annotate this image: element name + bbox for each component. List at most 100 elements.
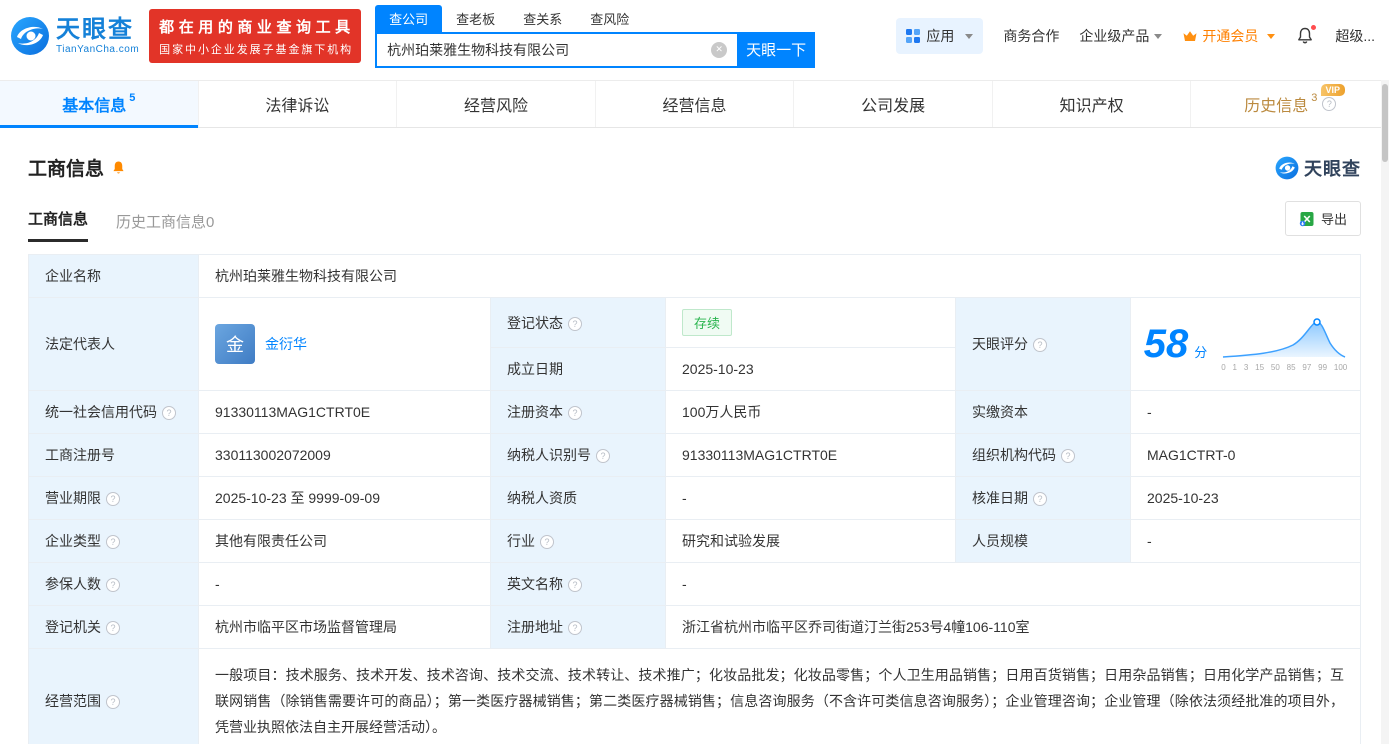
- business-cooperation-label: 商务合作: [1003, 28, 1060, 44]
- field-label: 英文名称: [507, 576, 563, 592]
- help-icon[interactable]: [106, 578, 120, 592]
- subscribe-bell-icon[interactable]: [111, 160, 126, 176]
- subtab-business-info[interactable]: 工商信息: [28, 208, 89, 242]
- field-value: MAG1CTRT-0: [1147, 447, 1236, 463]
- help-icon[interactable]: [568, 316, 582, 331]
- subtab-history-business-info[interactable]: 历史工商信息0: [116, 211, 214, 242]
- help-icon[interactable]: [540, 535, 554, 549]
- score-number: 58: [1143, 322, 1189, 366]
- help-icon[interactable]: [106, 535, 120, 549]
- company-name-label: 企业名称: [28, 254, 199, 298]
- field-label: 参保人数: [45, 576, 101, 592]
- field-label: 天眼评分: [972, 336, 1028, 352]
- scrollbar[interactable]: [1381, 80, 1389, 744]
- english-name-label: 英文名称: [490, 562, 666, 606]
- tab-label: 公司发展: [861, 98, 926, 115]
- export-label: 导出: [1320, 212, 1347, 227]
- help-icon[interactable]: [162, 406, 176, 420]
- brand-name: 天眼查: [56, 15, 134, 43]
- tab-company-development[interactable]: 公司发展: [794, 81, 993, 127]
- export-button[interactable]: 导出: [1284, 201, 1361, 236]
- company-name-value: 杭州珀莱雅生物科技有限公司: [198, 254, 1361, 298]
- excel-icon: [1299, 211, 1315, 227]
- search-input[interactable]: [375, 31, 738, 68]
- search-tab-company[interactable]: 查公司: [375, 4, 443, 32]
- notification-bell[interactable]: [1295, 24, 1318, 46]
- help-icon[interactable]: [1322, 97, 1337, 111]
- tianyancha-watermark: 天眼查: [1275, 155, 1361, 181]
- tab-label: 法律诉讼: [265, 98, 330, 115]
- field-label: 核准日期: [972, 490, 1028, 506]
- score-chart-ticks: 0 1 3 15 50 85 97 99 100: [1221, 363, 1347, 372]
- tab-label: 经营信息: [662, 98, 727, 115]
- clear-icon[interactable]: [711, 41, 728, 58]
- establish-date-value: 2025-10-23: [665, 347, 956, 391]
- taxpayer-quality-label: 纳税人资质: [490, 476, 666, 520]
- reg-number-value: 330113002072009: [198, 433, 491, 477]
- help-icon[interactable]: [106, 621, 120, 635]
- scrollbar-thumb[interactable]: [1382, 84, 1388, 162]
- table-row: 企业名称 杭州珀莱雅生物科技有限公司: [28, 254, 1361, 298]
- tab-operational-risk[interactable]: 经营风险: [397, 81, 596, 127]
- tab-label: 基本信息: [62, 98, 127, 115]
- help-icon[interactable]: [568, 578, 582, 592]
- reg-authority-label: 登记机关: [28, 605, 199, 649]
- field-value: 91330113MAG1CTRT0E: [215, 404, 371, 420]
- apps-menu[interactable]: 应用: [896, 18, 984, 54]
- super-vip-label: 超级...: [1335, 28, 1375, 44]
- table-row: 经营范围 一般项目：技术服务、技术开发、技术咨询、技术交流、技术转让、技术推广；…: [28, 648, 1361, 744]
- reg-status-label: 登记状态: [490, 297, 666, 348]
- help-icon[interactable]: [568, 621, 582, 635]
- field-value: 100万人民币: [682, 404, 762, 420]
- search-tab-relation[interactable]: 查关系: [509, 5, 576, 32]
- nav-open-vip[interactable]: 开通会员: [1182, 26, 1276, 46]
- legal-rep-avatar[interactable]: 金: [215, 324, 255, 364]
- table-row: 企业类型 其他有限责任公司 行业 研究和试验发展 人员规模 -: [28, 519, 1361, 563]
- help-icon[interactable]: [106, 492, 120, 506]
- field-value: -: [1147, 533, 1152, 549]
- field-label: 企业名称: [45, 268, 101, 284]
- nav-enterprise-products[interactable]: 企业级产品: [1079, 26, 1163, 46]
- tab-basic-info[interactable]: 基本信息 5: [0, 81, 199, 128]
- reg-number-label: 工商注册号: [28, 433, 199, 477]
- help-icon[interactable]: [1033, 338, 1047, 352]
- field-value: 浙江省杭州市临平区乔司街道汀兰街253号4幢106-110室: [682, 619, 1030, 635]
- help-icon[interactable]: [1033, 492, 1047, 506]
- notification-dot: [1310, 24, 1318, 31]
- help-icon[interactable]: [596, 449, 610, 463]
- search-tab-boss[interactable]: 查老板: [442, 5, 509, 32]
- field-value: -: [1147, 404, 1152, 420]
- credit-code-value: 91330113MAG1CTRT0E: [198, 390, 491, 434]
- tab-intellectual-property[interactable]: 知识产权: [993, 81, 1192, 127]
- table-row: 法定代表人 金 金衍华 登记状态 存续 天眼评分 58 分: [28, 297, 1361, 391]
- help-icon[interactable]: [1061, 449, 1075, 463]
- help-icon[interactable]: [568, 406, 582, 420]
- search-area: 查公司 查老板 查关系 查风险 天眼一下: [375, 4, 816, 68]
- apps-grid-icon: [906, 29, 921, 43]
- legal-rep-label: 法定代表人: [28, 297, 199, 391]
- chevron-down-icon: [965, 33, 974, 39]
- field-value: 2025-10-23 至 9999-09-09: [215, 490, 381, 506]
- tick: 15: [1255, 362, 1265, 372]
- insured-count-value: -: [198, 562, 491, 606]
- tick: 3: [1243, 362, 1249, 372]
- search-tabs: 查公司 查老板 查关系 查风险: [375, 4, 815, 32]
- promo-line2: 国家中小企业发展子基金旗下机构: [159, 43, 352, 56]
- tab-legal-proceedings[interactable]: 法律诉讼: [199, 81, 398, 127]
- tab-business-operation-info[interactable]: 经营信息: [596, 81, 795, 127]
- company-tabs: 基本信息 5 法律诉讼 经营风险 经营信息 公司发展 知识产权 VIP 历史信息…: [0, 80, 1389, 128]
- tab-history-info[interactable]: VIP 历史信息 3: [1191, 81, 1389, 127]
- nav-business-cooperation[interactable]: 商务合作: [1003, 26, 1059, 46]
- nav-super-vip[interactable]: 超级...: [1335, 26, 1375, 46]
- main-content: 工商信息 天眼查 工商信息 历史工商信息0 导出 企业名称 杭州珀莱雅生物科技有…: [0, 128, 1389, 744]
- brand-domain: TianYanCha.com: [56, 43, 140, 55]
- help-icon[interactable]: [106, 695, 120, 709]
- search-button[interactable]: 天眼一下: [737, 31, 816, 68]
- vip-badge: VIP: [1320, 84, 1346, 96]
- search-tab-risk[interactable]: 查风险: [576, 5, 643, 32]
- legal-rep-link[interactable]: 金衍华: [265, 334, 307, 354]
- tab-count: 5: [129, 92, 136, 104]
- company-type-label: 企业类型: [28, 519, 199, 563]
- open-vip-label: 开通会员: [1202, 28, 1259, 44]
- tianyancha-logo[interactable]: 天眼查 TianYanCha.com: [10, 16, 139, 56]
